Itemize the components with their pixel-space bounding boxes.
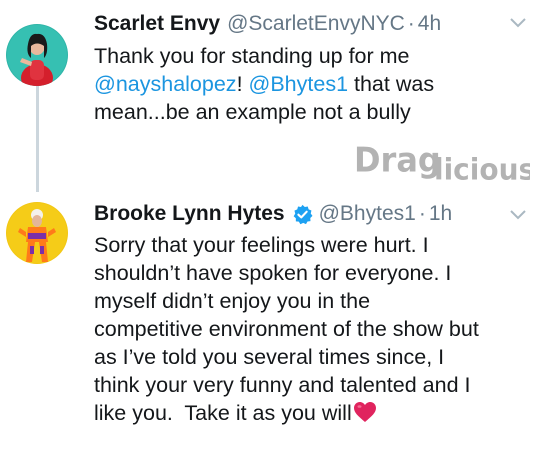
text-segment: Sorry that your feelings were hurt. I xyxy=(94,233,429,257)
display-name[interactable]: Brooke Lynn Hytes xyxy=(94,202,285,226)
svg-text:Drag: Drag xyxy=(354,141,441,180)
tweet-text: Thank you for standing up for me @naysha… xyxy=(94,42,524,126)
tweet-line: myself didn’t enjoy you in the xyxy=(94,287,524,315)
text-segment: as I’ve told you several times since, I xyxy=(94,345,445,369)
avatar-brooke-lynn-hytes[interactable] xyxy=(6,202,68,264)
tweet-line: shouldn’t have spoken for everyone. I xyxy=(94,259,524,287)
separator: · xyxy=(418,202,426,225)
mention-link[interactable]: @Bhytes1 xyxy=(249,72,349,96)
tweet-line: mean...be an example not a bully xyxy=(94,98,524,126)
tweet-line: Thank you for standing up for me xyxy=(94,42,524,70)
thread-connector-line xyxy=(36,86,39,192)
separator: · xyxy=(407,12,415,35)
text-segment: competitive environment of the show but xyxy=(94,317,479,341)
tweet-line: like you. Take it as you will xyxy=(94,399,524,427)
text-segment: mean...be an example not a bully xyxy=(94,100,411,124)
timestamp[interactable]: 4h xyxy=(418,12,441,36)
watermark-logo: Drag licious xyxy=(354,138,534,194)
text-segment: ! xyxy=(236,72,249,96)
text-segment: shouldn’t have spoken for everyone. I xyxy=(94,261,452,285)
verified-badge-icon xyxy=(293,204,313,224)
tweet-line: competitive environment of the show but xyxy=(94,315,524,343)
svg-text:licious: licious xyxy=(434,152,530,184)
chevron-down-icon[interactable] xyxy=(508,15,528,29)
text-segment: Thank you for standing up for me xyxy=(94,44,410,68)
text-segment: like you. Take it as you will xyxy=(94,401,352,425)
handle[interactable]: @Bhytes1 xyxy=(319,202,416,226)
text-segment: myself didn’t enjoy you in the xyxy=(94,289,371,313)
tweet-line: think your very funny and talented and I xyxy=(94,371,524,399)
tweet-text: Sorry that your feelings were hurt. I sh… xyxy=(94,231,524,427)
tweet-line: as I’ve told you several times since, I xyxy=(94,343,524,371)
text-segment: that was xyxy=(348,72,435,96)
mention-link[interactable]: @nayshalopez xyxy=(94,72,237,96)
tweet-line: @nayshalopez! @Bhytes1 that was xyxy=(94,70,524,98)
avatar-scarlet-envy[interactable] xyxy=(6,24,68,86)
chevron-down-icon[interactable] xyxy=(508,207,528,221)
display-name[interactable]: Scarlet Envy xyxy=(94,12,220,36)
tweet-line: Sorry that your feelings were hurt. I xyxy=(94,231,524,259)
text-segment: think your very funny and talented and I xyxy=(94,373,471,397)
heart-emoji-icon xyxy=(353,402,376,422)
tweet-brooke-lynn-hytes[interactable]: Brooke Lynn Hytes @Bhytes1 · 1h Sorry th… xyxy=(0,190,534,462)
timestamp[interactable]: 1h xyxy=(429,202,452,226)
handle[interactable]: @ScarletEnvyNYC xyxy=(227,12,405,36)
